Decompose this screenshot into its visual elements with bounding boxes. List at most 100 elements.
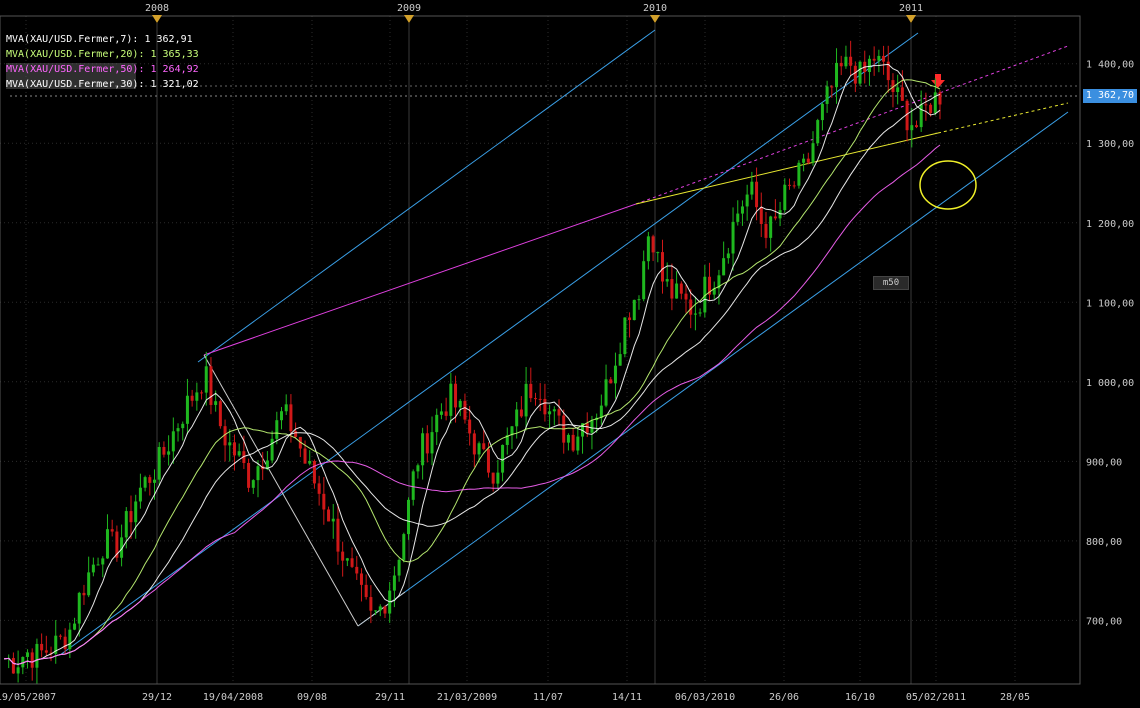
candle-body [322, 493, 326, 510]
year-label: 2011 [899, 3, 923, 14]
candle-body [637, 299, 641, 301]
candle-body [91, 564, 95, 573]
candle-body [557, 409, 561, 416]
candle-body [435, 414, 439, 433]
candle-body [190, 395, 194, 401]
candle-body [755, 181, 759, 208]
candle-body [740, 206, 744, 214]
legend-entry: MVA(XAU/USD.Fermer,7): 1 362,91 [6, 34, 193, 45]
candle-body [689, 299, 693, 315]
candle-body [364, 584, 368, 598]
legend-entry: MVA(XAU/USD.Fermer,20): 1 365,33 [6, 49, 199, 60]
candle-body [656, 252, 660, 254]
candle-body [35, 643, 39, 668]
year-marker-icon [404, 15, 414, 23]
trend-magenta-line [203, 203, 637, 356]
candle-body [604, 379, 608, 406]
x-tick-label: 28/05 [1000, 692, 1030, 703]
candle-body [693, 313, 697, 315]
candle-body [496, 472, 500, 484]
candle-body [336, 518, 340, 552]
ma-7-line [3, 63, 941, 665]
x-tick-label: 11/07 [533, 692, 563, 703]
candle-body [806, 158, 810, 163]
candle-body [882, 55, 886, 62]
candle-body [416, 465, 420, 472]
candle-body [96, 564, 100, 566]
x-tick-label: 09/08 [297, 692, 327, 703]
candle-body [251, 480, 255, 488]
x-tick-label: 06/03/2010 [675, 692, 735, 703]
candle-body [73, 623, 77, 630]
candle-body [218, 401, 222, 427]
candle-body [392, 575, 396, 591]
candle-body [82, 592, 86, 596]
candle-body [486, 449, 490, 473]
candle-body [651, 236, 655, 253]
candle-body [877, 55, 881, 61]
candle-body [811, 143, 815, 163]
candle-body [425, 433, 429, 454]
candle-body [294, 431, 298, 437]
candle-body [359, 573, 363, 585]
candle-body [726, 253, 730, 259]
candle-body [764, 223, 768, 238]
candle-body [816, 120, 820, 144]
candle-body [26, 652, 30, 657]
candle-body [665, 279, 669, 282]
candle-body [929, 104, 933, 113]
candle-body [331, 518, 335, 522]
x-tick-label: 29/11 [375, 692, 405, 703]
candle-body [228, 442, 232, 446]
year-marker-icon [650, 15, 660, 23]
x-tick-label: 26/06 [769, 692, 799, 703]
candle-body [515, 409, 519, 427]
candle-body [722, 258, 726, 276]
candle-body [284, 404, 288, 412]
candle-body [350, 558, 354, 567]
candle-body [341, 551, 345, 561]
candle-body [134, 501, 138, 523]
candle-body [16, 667, 20, 674]
year-label: 2009 [397, 3, 421, 14]
trend-yellow-dashed [937, 102, 1069, 134]
year-marker-icon [906, 15, 916, 23]
candle-body [407, 499, 411, 535]
candle-body [529, 383, 533, 399]
candle-body [675, 283, 679, 299]
candle-body [58, 635, 62, 637]
candle-body [63, 636, 67, 650]
x-tick-label: 16/10 [845, 692, 875, 703]
candle-body [571, 434, 575, 451]
candle-body [731, 221, 735, 254]
x-tick-label: 21/03/2009 [437, 692, 497, 703]
candle-body [327, 509, 331, 522]
candle-body [101, 558, 105, 565]
y-tick-label: 1 000,00 [1086, 378, 1134, 389]
y-tick-label: 800,00 [1086, 537, 1122, 548]
candle-body [524, 383, 528, 417]
last-price-tag: 1 362,70 [1083, 89, 1137, 103]
candle-body [40, 643, 44, 651]
candle-body [87, 572, 91, 596]
candle-body [501, 444, 505, 473]
candle-body [68, 629, 72, 650]
candle-body [552, 409, 556, 412]
candle-body [171, 431, 175, 452]
y-tick-label: 1 100,00 [1086, 298, 1134, 309]
candle-body [312, 460, 316, 484]
candle-body [77, 592, 81, 624]
candle-body [585, 423, 589, 433]
candle-body [736, 213, 740, 222]
candle-body [383, 606, 387, 614]
candle-body [576, 436, 580, 451]
candle-body [623, 317, 627, 355]
candle-body [787, 184, 791, 186]
candle-body [759, 207, 763, 224]
x-tick-label: 19/05/2007 [0, 692, 56, 703]
trend-yellow-line [635, 132, 939, 205]
candle-body [430, 432, 434, 454]
candle-body [444, 411, 448, 416]
y-tick-label: 700,00 [1086, 616, 1122, 627]
candle-body [938, 92, 942, 105]
